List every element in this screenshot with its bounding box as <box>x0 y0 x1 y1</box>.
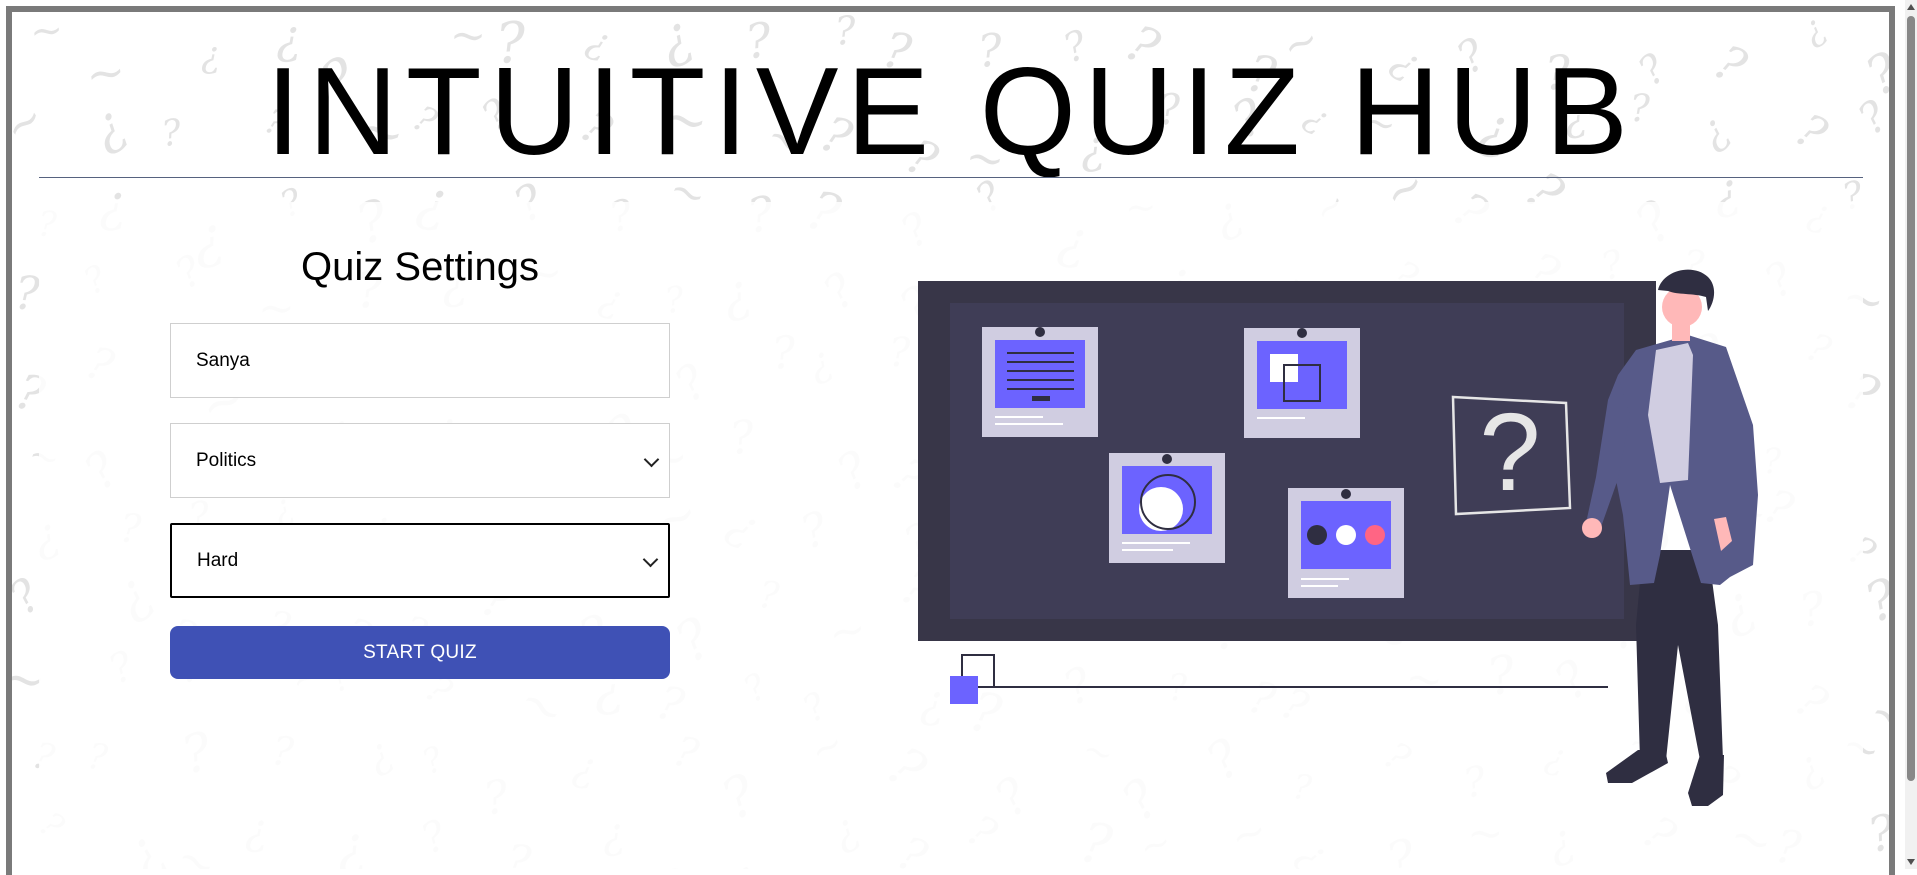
chevron-down-icon <box>643 451 660 467</box>
quiz-board-illustration: ? <box>918 269 1758 806</box>
board-top-trim <box>918 281 1656 303</box>
start-quiz-button[interactable]: START QUIZ <box>170 626 670 679</box>
board-left-trim <box>918 281 950 641</box>
page-content: INTUITIVE QUIZ HUB Quiz Settings Sanya P… <box>39 12 1863 869</box>
browser-viewport: ~ ~ ¿ ¿? ~? ¿ ¿??????? ~ ¿???? ¿? ~ ¿?? ~??? ~ ~?? ~ ¿??… <box>0 0 1905 875</box>
category-selected-value: Politics <box>196 449 257 471</box>
settings-heading: Quiz Settings <box>301 245 539 289</box>
scroll-down-arrow-icon[interactable] <box>1907 859 1915 865</box>
name-input[interactable]: Sanya <box>170 323 670 398</box>
title-divider <box>39 177 1863 178</box>
card-text-icon <box>982 327 1098 437</box>
question-mark-glyph: ? <box>1479 391 1540 514</box>
card-squares-icon <box>1244 328 1360 438</box>
difficulty-select[interactable]: Hard <box>170 523 670 598</box>
card-dots-icon <box>1288 488 1404 598</box>
vertical-scrollbar[interactable] <box>1905 0 1917 869</box>
background-question-mark: ¿ <box>1884 438 1889 484</box>
chevron-down-icon <box>642 551 659 567</box>
board-bottom-trim <box>918 619 1656 641</box>
background-question-mark: ? <box>1863 804 1889 865</box>
card-circles-icon <box>1109 453 1225 563</box>
name-input-value: Sanya <box>196 349 250 371</box>
category-select[interactable]: Politics <box>170 423 670 498</box>
filled-square-icon <box>950 676 978 704</box>
background-question-mark: ? <box>13 266 41 321</box>
difficulty-selected-value: Hard <box>197 549 239 571</box>
scroll-up-arrow-icon[interactable] <box>1907 4 1915 10</box>
scrollbar-thumb[interactable] <box>1907 16 1915 781</box>
app-title: INTUITIVE QUIZ HUB <box>265 43 1637 181</box>
quiz-settings-panel: Quiz Settings Sanya Politics Hard START … <box>170 242 670 679</box>
